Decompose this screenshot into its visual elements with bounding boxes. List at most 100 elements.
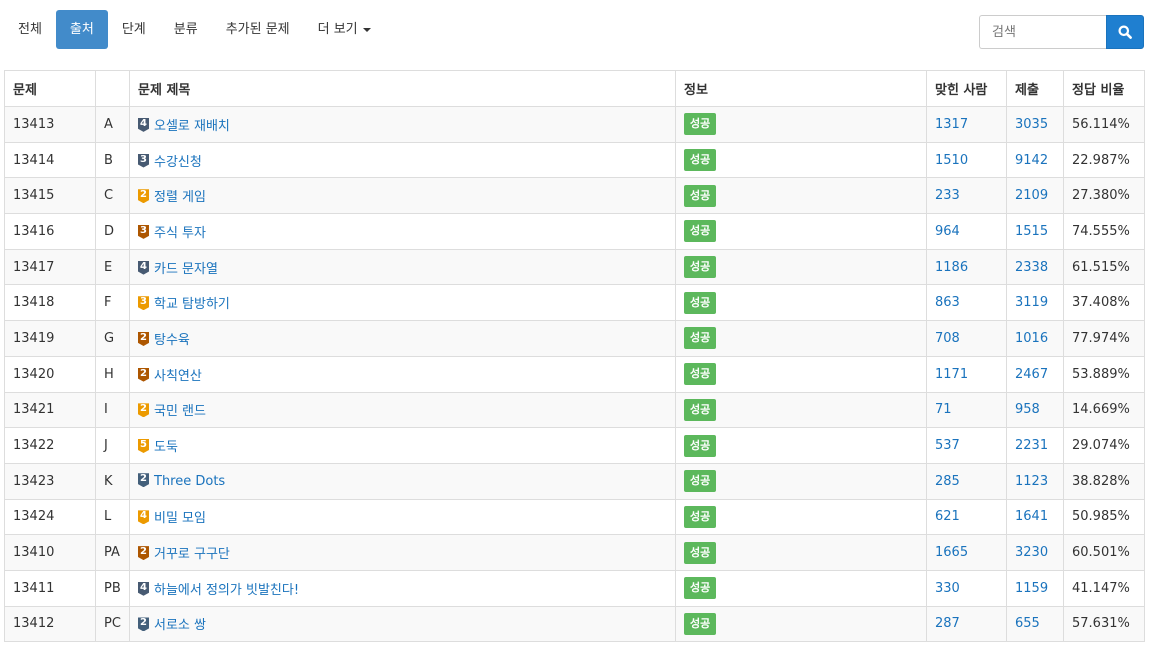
tier-badge-icon: 3 xyxy=(138,296,149,311)
submission-count-link[interactable]: 1641 xyxy=(1015,509,1048,524)
submission-count-cell: 3035 xyxy=(1006,106,1064,143)
solved-count-link[interactable]: 1186 xyxy=(935,260,968,275)
submission-count-link[interactable]: 2231 xyxy=(1015,438,1048,453)
status-badge: 성공 xyxy=(684,363,717,386)
problem-label: PC xyxy=(95,605,130,643)
submission-count-link[interactable]: 9142 xyxy=(1015,153,1048,168)
solved-count-link[interactable]: 71 xyxy=(935,402,952,417)
problem-title-link[interactable]: 정렬 게임 xyxy=(154,190,206,205)
problem-title-link[interactable]: 비밀 모임 xyxy=(154,511,206,526)
solved-count-link[interactable]: 1171 xyxy=(935,367,968,382)
tier-badge-icon: 2 xyxy=(138,617,149,632)
problem-label: C xyxy=(95,177,130,215)
problem-title-link[interactable]: 거꾸로 구구단 xyxy=(154,547,230,562)
problem-title-link[interactable]: 하늘에서 정의가 빗발친다! xyxy=(154,583,299,598)
problem-title-link[interactable]: 도둑 xyxy=(154,440,178,455)
problem-id: 13414 xyxy=(4,141,96,179)
submission-count-link[interactable]: 3230 xyxy=(1015,545,1048,560)
submission-count-cell: 2109 xyxy=(1006,177,1064,215)
submission-count-cell: 1123 xyxy=(1006,462,1064,500)
submission-count-cell: 1159 xyxy=(1006,569,1064,607)
submission-count-cell: 2231 xyxy=(1006,427,1064,464)
tier-badge-icon: 2 xyxy=(138,473,149,488)
solved-count-link[interactable]: 330 xyxy=(935,581,960,596)
status-badge: 성공 xyxy=(684,184,717,207)
info-cell: 성공 xyxy=(675,141,927,179)
table-row: 13418 F 3 학교 탐방하기 성공 863 3119 37.408% xyxy=(4,284,1145,322)
submission-count-link[interactable]: 2109 xyxy=(1015,188,1048,203)
solved-count-link[interactable]: 285 xyxy=(935,474,960,489)
table-row: 13421 I 2 국민 랜드 성공 71 958 14.669% xyxy=(4,391,1145,429)
tier-number: 2 xyxy=(140,473,147,485)
submission-count-link[interactable]: 1123 xyxy=(1015,474,1048,489)
search-button[interactable] xyxy=(1106,15,1144,49)
table-row: 13417 E 4 카드 문자열 성공 1186 2338 61.515% xyxy=(4,248,1145,286)
solved-count-cell: 537 xyxy=(926,427,1007,464)
solved-count-link[interactable]: 287 xyxy=(935,616,960,631)
submission-count-link[interactable]: 1515 xyxy=(1015,224,1048,239)
tab-all[interactable]: 전체 xyxy=(4,10,56,49)
table-row: 13422 J 5 도둑 성공 537 2231 29.074% xyxy=(4,427,1145,464)
solved-count-link[interactable]: 1510 xyxy=(935,153,968,168)
tab-added-problems[interactable]: 추가된 문제 xyxy=(212,10,304,49)
header-submission-count[interactable]: 제출 xyxy=(1006,70,1064,107)
problem-title-link[interactable]: 학교 탐방하기 xyxy=(154,297,230,312)
solved-count-link[interactable]: 708 xyxy=(935,331,960,346)
info-cell: 성공 xyxy=(675,320,927,357)
problem-title-link[interactable]: 사칙연산 xyxy=(154,369,202,384)
solved-count-link[interactable]: 621 xyxy=(935,509,960,524)
submission-count-link[interactable]: 958 xyxy=(1015,402,1040,417)
solved-count-cell: 1186 xyxy=(926,248,1007,286)
solved-count-link[interactable]: 537 xyxy=(935,438,960,453)
header-problem-id[interactable]: 문제 xyxy=(4,70,96,107)
status-badge: 성공 xyxy=(684,434,717,457)
problem-title-link[interactable]: 서로소 쌍 xyxy=(154,618,206,633)
submission-count-link[interactable]: 3035 xyxy=(1015,117,1048,132)
problem-title-link[interactable]: 탕수육 xyxy=(154,333,190,348)
tier-number: 2 xyxy=(140,617,147,629)
submission-count-link[interactable]: 3119 xyxy=(1015,295,1048,310)
table-row: 13413 A 4 오셀로 재배치 성공 1317 3035 56.114% xyxy=(4,106,1145,143)
accept-ratio: 77.974% xyxy=(1063,320,1145,357)
accept-ratio: 38.828% xyxy=(1063,462,1145,500)
header-problem-title[interactable]: 문제 제목 xyxy=(129,70,676,107)
tab-category[interactable]: 분류 xyxy=(160,10,212,49)
tab-more-dropdown[interactable]: 더 보기 xyxy=(304,10,385,49)
problem-title-link[interactable]: Three Dots xyxy=(154,474,225,489)
problem-title-cell: 2 거꾸로 구구단 xyxy=(129,534,676,571)
solved-count-link[interactable]: 1317 xyxy=(935,117,968,132)
problem-title-link[interactable]: 카드 문자열 xyxy=(154,262,218,277)
tier-number: 3 xyxy=(140,153,147,165)
problem-id: 13415 xyxy=(4,177,96,215)
tab-source[interactable]: 출처 xyxy=(55,10,108,49)
submission-count-link[interactable]: 2467 xyxy=(1015,367,1048,382)
solved-count-link[interactable]: 1665 xyxy=(935,545,968,560)
problem-label: B xyxy=(95,141,130,179)
info-cell: 성공 xyxy=(675,213,927,250)
table-row: 13412 PC 2 서로소 쌍 성공 287 655 57.631% xyxy=(4,605,1145,643)
table-header-row: 문제 문제 제목 정보 맞힌 사람 제출 정답 비율 xyxy=(4,70,1145,107)
info-cell: 성공 xyxy=(675,284,927,322)
search-input[interactable] xyxy=(979,15,1106,49)
solved-count-cell: 330 xyxy=(926,569,1007,607)
status-badge: 성공 xyxy=(684,149,717,172)
problem-title-link[interactable]: 오셀로 재배치 xyxy=(154,119,230,134)
submission-count-link[interactable]: 2338 xyxy=(1015,260,1048,275)
solved-count-link[interactable]: 964 xyxy=(935,224,960,239)
problem-title-link[interactable]: 국민 랜드 xyxy=(154,404,206,419)
solved-count-link[interactable]: 233 xyxy=(935,188,960,203)
problem-title-cell: 3 수강신청 xyxy=(129,141,676,179)
problem-title-link[interactable]: 주식 투자 xyxy=(154,226,206,241)
header-solved-count[interactable]: 맞힌 사람 xyxy=(926,70,1007,107)
submission-count-link[interactable]: 655 xyxy=(1015,616,1040,631)
submission-count-link[interactable]: 1159 xyxy=(1015,581,1048,596)
tab-level[interactable]: 단계 xyxy=(108,10,160,49)
header-accept-ratio[interactable]: 정답 비율 xyxy=(1063,70,1145,107)
accept-ratio: 56.114% xyxy=(1063,106,1145,143)
submission-count-cell: 9142 xyxy=(1006,141,1064,179)
problem-title-link[interactable]: 수강신청 xyxy=(154,155,202,170)
submission-count-link[interactable]: 1016 xyxy=(1015,331,1048,346)
tier-number: 4 xyxy=(140,117,147,129)
solved-count-link[interactable]: 863 xyxy=(935,295,960,310)
problem-title-cell: 2 서로소 쌍 xyxy=(129,605,676,643)
